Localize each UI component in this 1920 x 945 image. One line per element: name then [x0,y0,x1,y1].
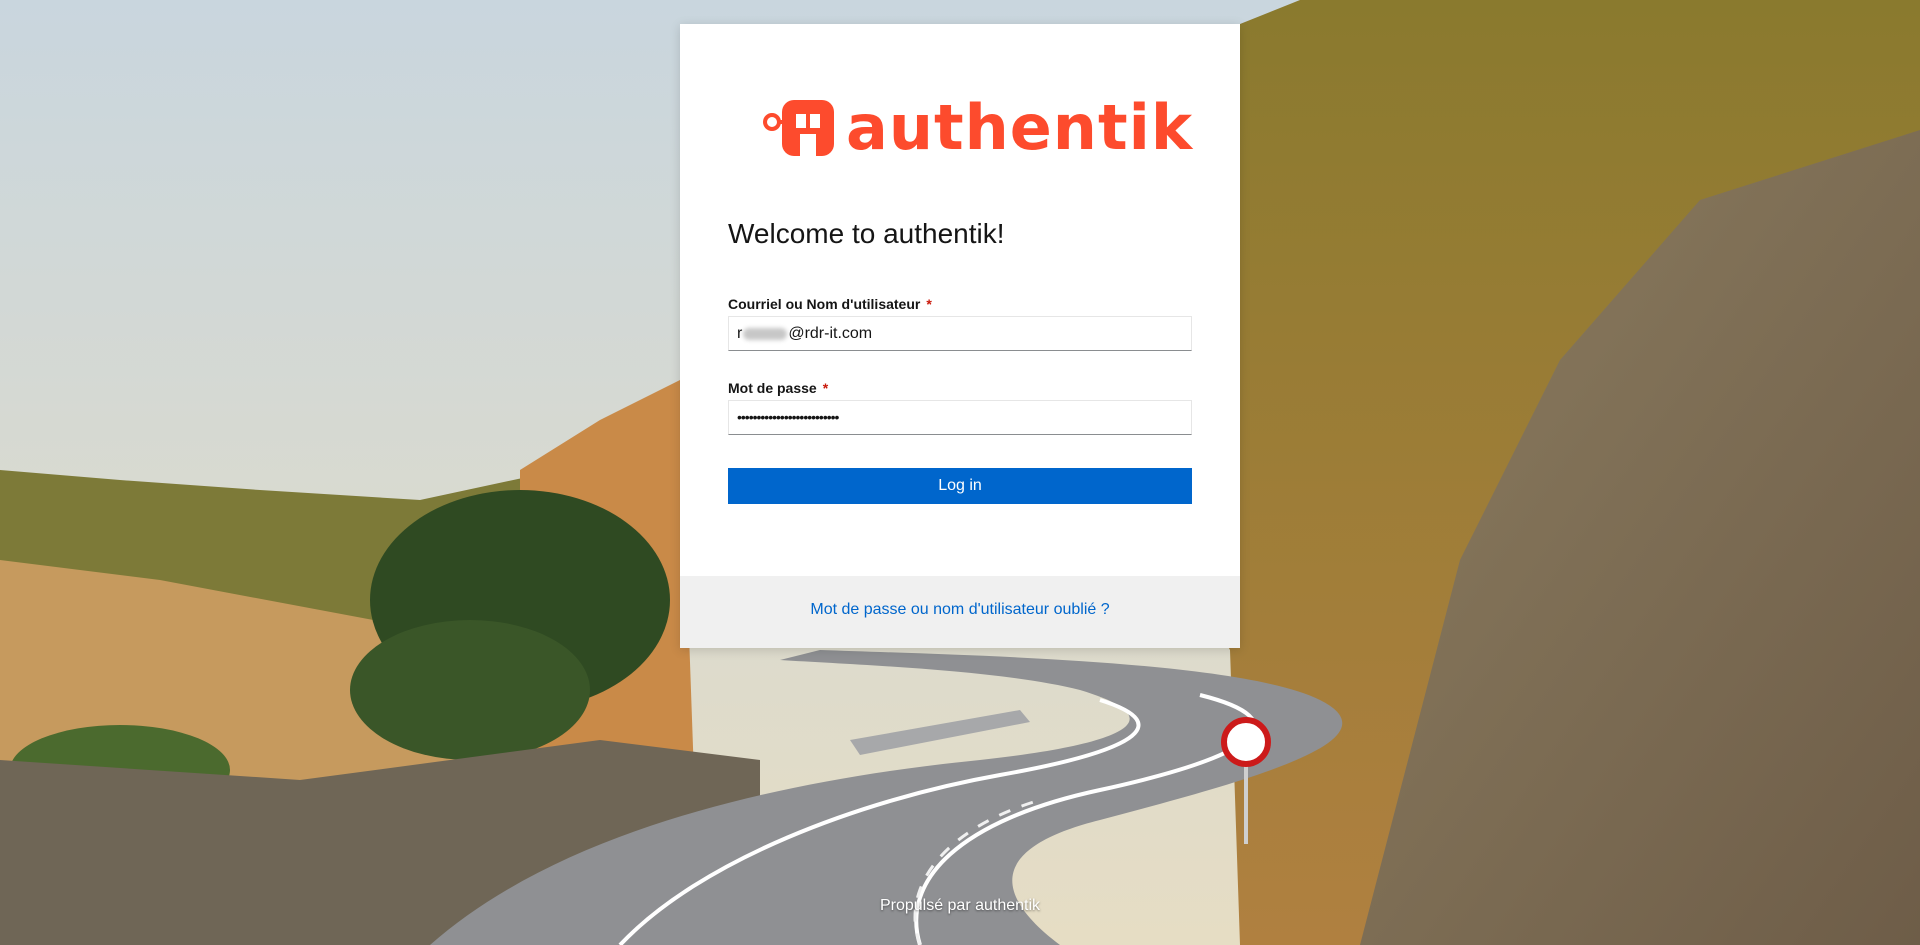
required-marker: * [822,380,829,396]
redacted-blur [743,327,788,340]
password-field[interactable]: •••••••••••••••••••••••••• [728,400,1192,435]
username-field[interactable]: r @rdr-it.com [728,316,1192,351]
username-value-prefix: r [737,325,743,342]
brand-wordmark: authentik [846,91,1194,164]
username-label: Courriel ou Nom d'utilisateur * [728,296,932,312]
password-label-text: Mot de passe [728,380,817,396]
password-label: Mot de passe * [728,380,828,396]
authentik-logo: authentik [762,91,1192,164]
username-value-suffix: @rdr-it.com [788,325,873,342]
login-form: authentik Welcome to authentik! Courriel… [680,24,1240,576]
forgot-password-link[interactable]: Mot de passe ou nom d'utilisateur oublié… [680,601,1240,619]
login-button[interactable]: Log in [728,468,1192,504]
username-label-text: Courriel ou Nom d'utilisateur [728,296,921,312]
required-marker: * [926,296,932,312]
page-title: Welcome to authentik! [728,218,1005,249]
password-value: •••••••••••••••••••••••••• [737,409,839,425]
powered-by-text: Propulsé par authentik [879,897,1041,914]
card-footer: Mot de passe ou nom d'utilisateur oublié… [680,576,1240,648]
authentik-key-icon [763,100,834,156]
login-card: authentik Welcome to authentik! Courriel… [680,24,1240,648]
